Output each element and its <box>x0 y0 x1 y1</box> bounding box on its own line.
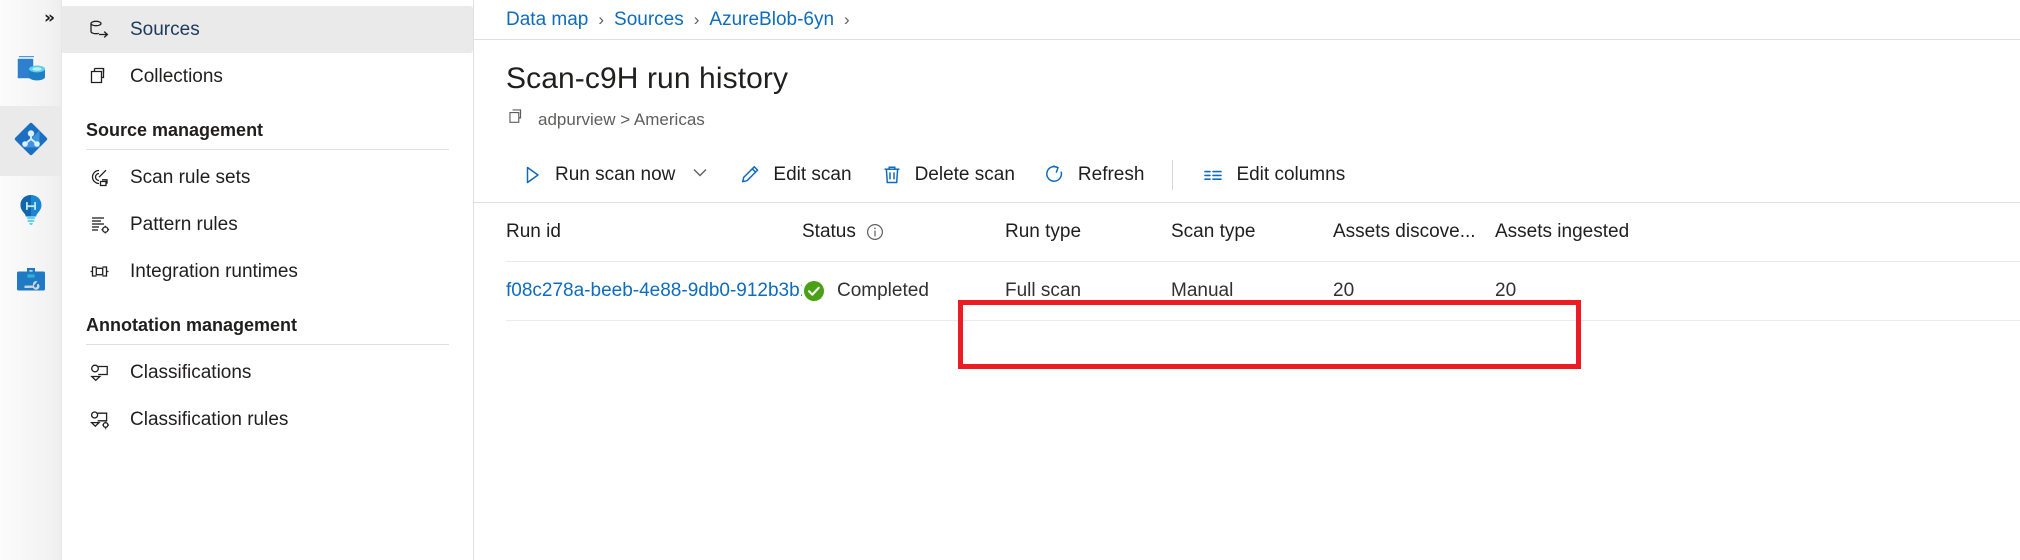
sources-icon <box>86 17 112 43</box>
data-map-icon <box>11 119 51 164</box>
sidebar-group-divider <box>86 344 449 345</box>
sidebar-group-title-annotation-management: Annotation management <box>62 295 473 344</box>
data-catalog-icon <box>11 49 51 94</box>
sidebar-group-title-source-management: Source management <box>62 100 473 149</box>
classification-rules-icon <box>86 407 112 433</box>
sidebar-item-collections[interactable]: Collections <box>62 53 473 100</box>
breadcrumb-separator-icon: › <box>694 10 700 30</box>
cell-scan-type: Manual <box>1171 280 1333 302</box>
main-content: Data map › Sources › AzureBlob-6yn › Sca… <box>474 0 2020 560</box>
sidebar-item-label: Collections <box>130 66 223 88</box>
rail-expand-button[interactable]: » <box>0 0 61 36</box>
breadcrumb-item-azureblob[interactable]: AzureBlob-6yn <box>709 9 834 31</box>
cell-status: Completed <box>802 279 1005 303</box>
cell-run-id: f08c278a-beeb-4e88-9db0-912b3b1 <box>506 280 802 302</box>
edit-columns-button[interactable]: Edit columns <box>1187 153 1359 197</box>
status-label: Completed <box>837 280 929 302</box>
page-title: Scan-c9H run history <box>506 62 2020 96</box>
rail-item-data-catalog[interactable] <box>0 36 62 106</box>
sidebar-nav: Sources Collections Source management <box>62 0 474 560</box>
column-header-run-id[interactable]: Run id <box>506 221 802 243</box>
run-history-table: Run id Status Run type <box>474 203 2020 321</box>
page-subtitle-text: adpurview > Americas <box>538 110 705 130</box>
breadcrumb: Data map › Sources › AzureBlob-6yn › <box>474 0 2020 40</box>
column-header-assets-ingested[interactable]: Assets ingested <box>1495 221 1695 243</box>
sidebar-item-label: Sources <box>130 19 200 41</box>
sidebar-item-label: Classifications <box>130 362 251 384</box>
classifications-icon <box>86 360 112 386</box>
run-scan-now-label: Run scan now <box>555 164 675 186</box>
rail-item-management[interactable] <box>0 246 62 316</box>
play-icon <box>520 163 544 187</box>
management-icon <box>11 259 51 304</box>
sidebar-item-label: Integration runtimes <box>130 261 298 283</box>
cell-run-type: Full scan <box>1005 280 1171 302</box>
page-subtitle: adpurview > Americas <box>506 106 2020 133</box>
run-scan-now-button[interactable]: Run scan now <box>506 153 724 197</box>
refresh-icon <box>1043 163 1067 187</box>
status-completed-icon <box>802 279 826 303</box>
table-header-row: Run id Status Run type <box>506 203 2020 262</box>
sidebar-item-scan-rule-sets[interactable]: Scan rule sets <box>62 154 473 201</box>
cell-assets-ingested: 20 <box>1495 280 1695 302</box>
delete-scan-label: Delete scan <box>915 164 1015 186</box>
rail-item-data-map[interactable] <box>0 106 62 176</box>
data-insights-icon <box>11 189 51 234</box>
table-row[interactable]: f08c278a-beeb-4e88-9db0-912b3b1 Complete… <box>506 262 2020 321</box>
collection-icon <box>506 106 528 133</box>
command-bar: Run scan now Edit scan <box>474 147 2020 203</box>
sidebar-group-divider <box>86 149 449 150</box>
breadcrumb-separator-icon: › <box>844 10 850 30</box>
sidebar-item-classification-rules[interactable]: Classification rules <box>62 396 473 443</box>
rail-item-data-insights[interactable] <box>0 176 62 246</box>
column-header-scan-type[interactable]: Scan type <box>1171 221 1333 243</box>
sidebar-item-integration-runtimes[interactable]: Integration runtimes <box>62 248 473 295</box>
column-header-status[interactable]: Status <box>802 221 1005 243</box>
refresh-label: Refresh <box>1078 164 1145 186</box>
breadcrumb-item-sources[interactable]: Sources <box>614 9 684 31</box>
command-bar-divider <box>1172 160 1173 190</box>
pencil-icon <box>738 163 762 187</box>
collections-icon <box>86 64 112 90</box>
scan-rule-sets-icon <box>86 165 112 191</box>
pattern-rules-icon <box>86 212 112 238</box>
integration-runtimes-icon <box>86 259 112 285</box>
trash-icon <box>880 163 904 187</box>
breadcrumb-separator-icon: › <box>598 10 604 30</box>
refresh-button[interactable]: Refresh <box>1029 153 1159 197</box>
run-id-link[interactable]: f08c278a-beeb-4e88-9db0-912b3b1 <box>506 280 802 302</box>
sidebar-item-label: Classification rules <box>130 409 288 431</box>
left-icon-rail: » <box>0 0 62 560</box>
chevron-double-right-icon: » <box>44 10 53 27</box>
info-icon[interactable] <box>865 222 885 242</box>
edit-columns-label: Edit columns <box>1236 164 1345 186</box>
purview-scan-run-history-page: » <box>0 0 2020 560</box>
sidebar-item-sources[interactable]: Sources <box>62 6 473 53</box>
column-header-run-type[interactable]: Run type <box>1005 221 1171 243</box>
edit-scan-button[interactable]: Edit scan <box>724 153 865 197</box>
sidebar-item-label: Pattern rules <box>130 214 238 236</box>
page-header: Scan-c9H run history adpurview > America… <box>474 40 2020 133</box>
edit-columns-icon <box>1201 163 1225 187</box>
breadcrumb-item-data-map[interactable]: Data map <box>506 9 588 31</box>
sidebar-item-classifications[interactable]: Classifications <box>62 349 473 396</box>
chevron-down-icon <box>690 162 710 188</box>
column-header-assets-discovered[interactable]: Assets discove... <box>1333 221 1495 243</box>
sidebar-item-label: Scan rule sets <box>130 167 250 189</box>
cell-assets-discovered: 20 <box>1333 280 1495 302</box>
sidebar-item-pattern-rules[interactable]: Pattern rules <box>62 201 473 248</box>
edit-scan-label: Edit scan <box>773 164 851 186</box>
delete-scan-button[interactable]: Delete scan <box>866 153 1029 197</box>
